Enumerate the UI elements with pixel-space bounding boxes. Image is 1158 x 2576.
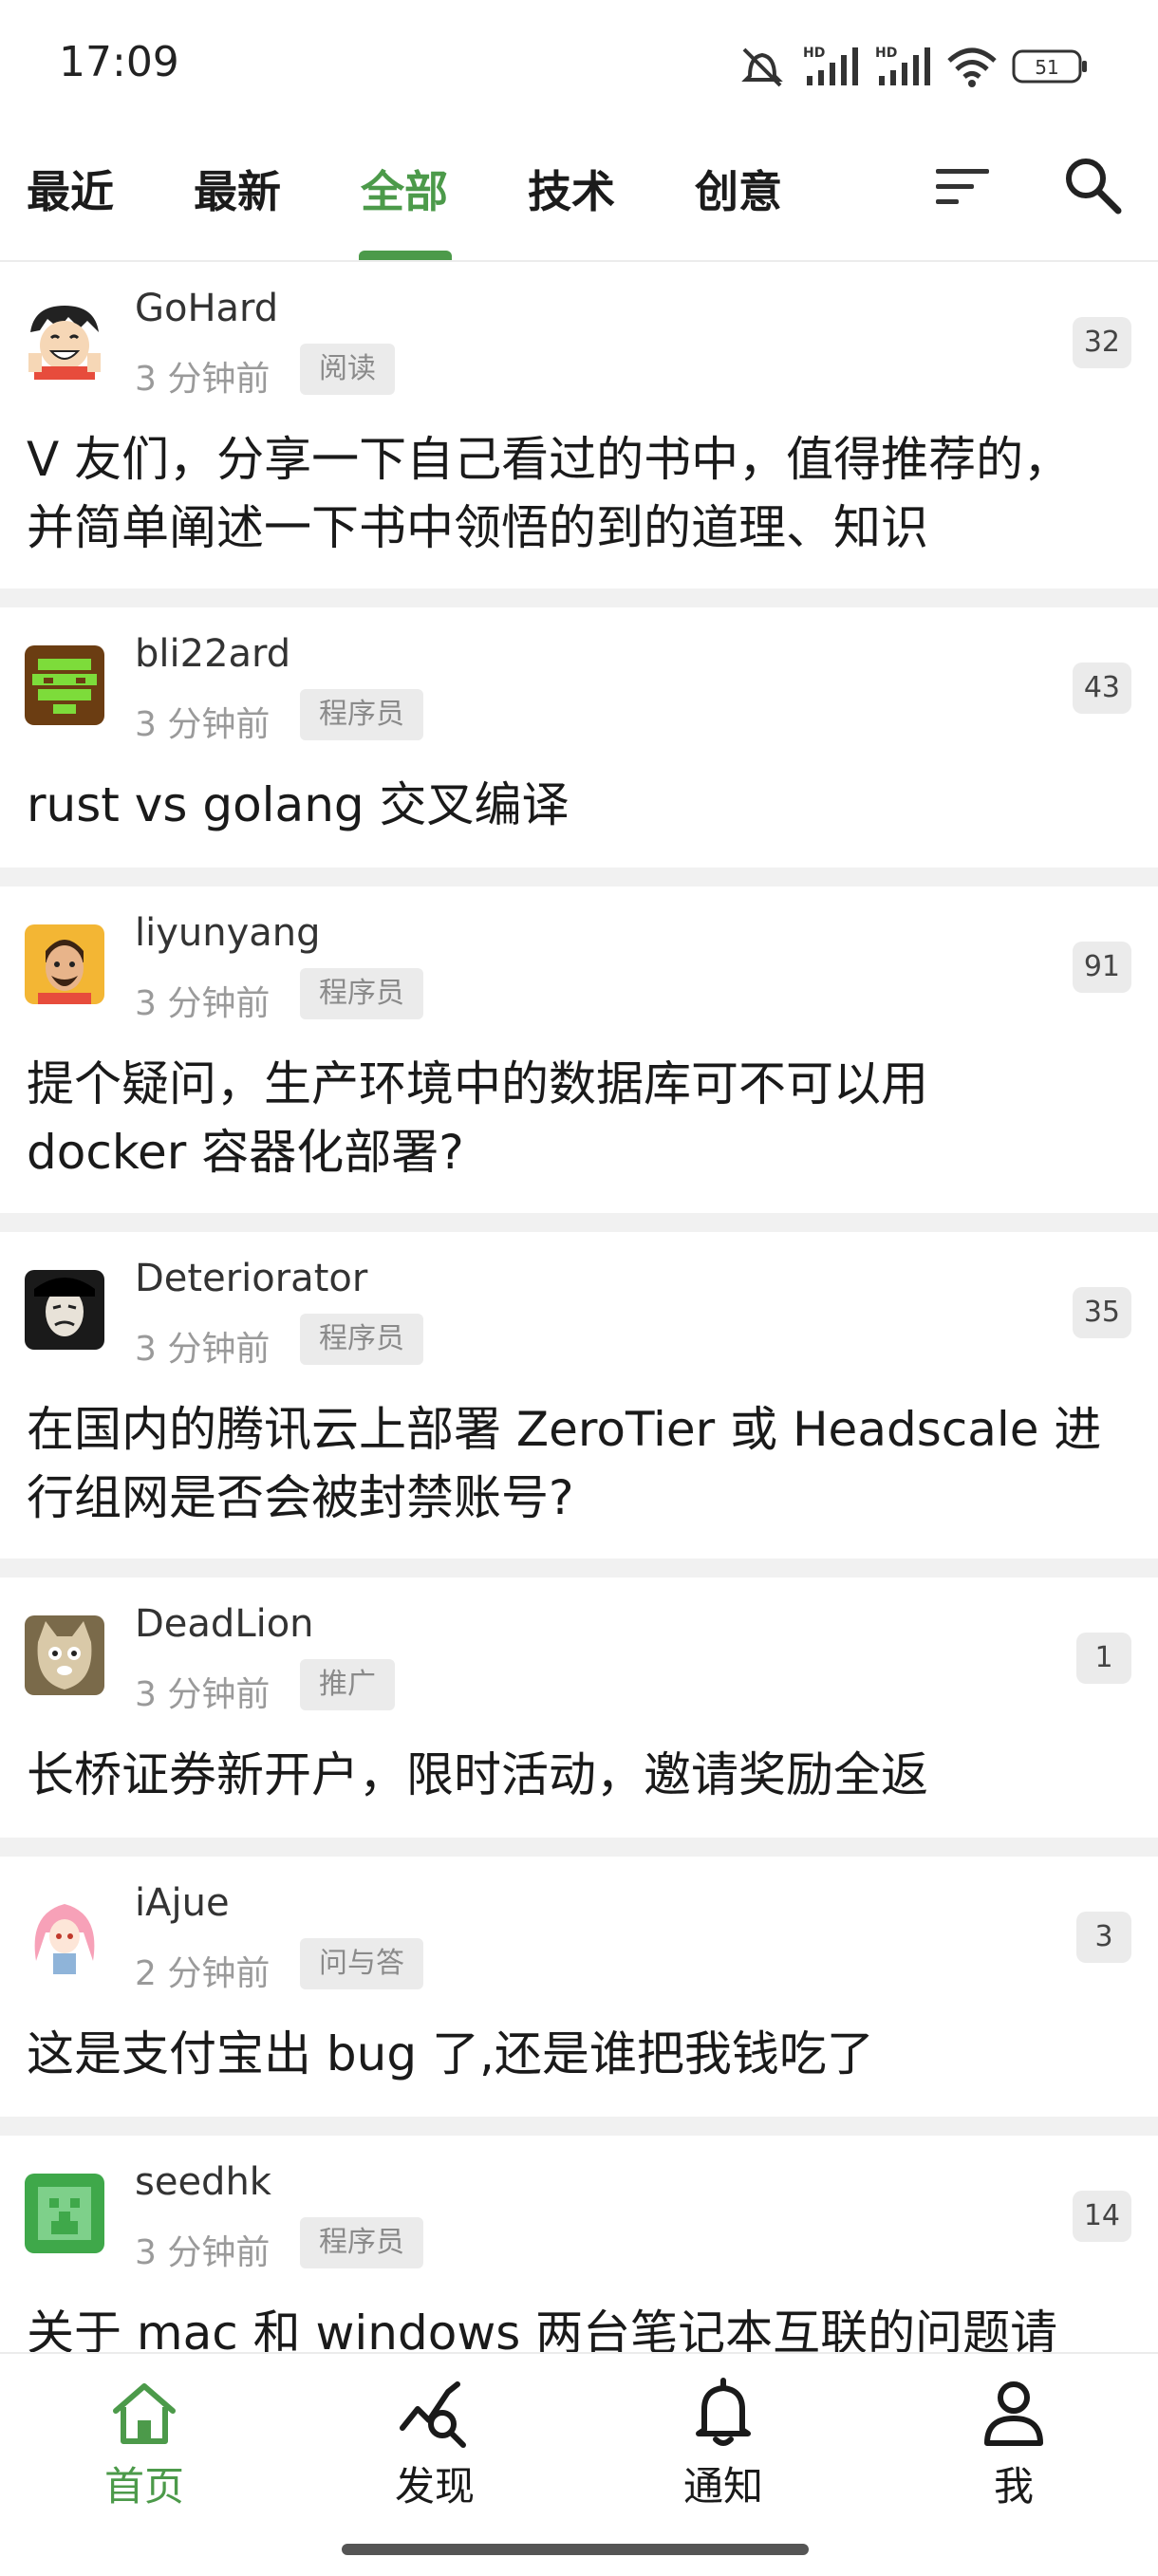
username[interactable]: seedhk xyxy=(135,2160,271,2204)
node-tag[interactable]: 程序员 xyxy=(300,1314,423,1365)
search-button[interactable] xyxy=(1061,154,1124,216)
svg-text:HD: HD xyxy=(875,46,897,61)
reply-count: 35 xyxy=(1072,1287,1131,1338)
search-icon xyxy=(1066,159,1122,215)
topic-item[interactable]: iAjue 2 分钟前 问与答 3 这是支付宝出 bug 了,还是谁把我钱吃了 xyxy=(0,1857,1158,2136)
tab-latest[interactable]: 最新 xyxy=(194,158,281,220)
avatar[interactable] xyxy=(25,1270,104,1350)
signal-hd-icon-1: HD xyxy=(803,46,858,85)
tab-creative[interactable]: 创意 xyxy=(695,158,782,220)
topic-item[interactable]: liyunyang 3 分钟前 程序员 91 提个疑问，生产环境中的数据库可不可… xyxy=(0,887,1158,1232)
discover-icon xyxy=(400,2381,466,2448)
reply-count: 32 xyxy=(1072,317,1131,368)
person-icon xyxy=(984,2381,1043,2446)
post-time: 2 分钟前 xyxy=(135,1954,271,1993)
username[interactable]: bli22ard xyxy=(135,632,290,676)
topic-item[interactable]: DeadLion 3 分钟前 推广 1 长桥证券新开户，限时活动，邀请奖励全返 xyxy=(0,1577,1158,1857)
node-tag[interactable]: 程序员 xyxy=(300,689,423,740)
topic-item[interactable]: Deteriorator 3 分钟前 程序员 35 在国内的腾讯云上部署 Zer… xyxy=(0,1232,1158,1577)
wifi-icon xyxy=(947,47,997,87)
nav-home[interactable]: 首页 xyxy=(68,2377,220,2512)
topic-item[interactable]: bli22ard 3 分钟前 程序员 43 rust vs golang 交叉编… xyxy=(0,607,1158,887)
nav-label: 通知 xyxy=(682,2463,763,2510)
home-icon xyxy=(113,2383,176,2444)
nav-label: 我 xyxy=(993,2463,1034,2510)
nav-label: 首页 xyxy=(103,2463,184,2510)
avatar[interactable] xyxy=(25,924,104,1004)
topic-title-line: 长桥证券新开户，限时活动，邀请奖励全返 xyxy=(27,1747,928,1802)
sort-button[interactable] xyxy=(932,163,993,211)
topic-title-line: 在国内的腾讯云上部署 ZeroTier 或 Headscale 进 xyxy=(27,1402,1102,1457)
topic-title[interactable]: 这是支付宝出 bug 了,还是谁把我钱吃了 xyxy=(27,2020,1131,2088)
post-time: 3 分钟前 xyxy=(135,1330,271,1369)
tab-all[interactable]: 全部 xyxy=(361,158,448,220)
topic-title-line: V 友们，分享一下自己看过的书中，值得推荐的， xyxy=(27,432,1072,487)
svg-text:HD: HD xyxy=(803,46,825,61)
reply-count: 91 xyxy=(1072,942,1131,993)
active-tab-indicator xyxy=(359,251,452,260)
avatar[interactable] xyxy=(25,1895,104,1974)
topic-title-line: 行组网是否会被封禁账号? xyxy=(27,1470,574,1525)
status-time: 17:09 xyxy=(59,38,179,86)
status-bar: 17:09 HD HD 51 xyxy=(0,0,1158,133)
reply-count: 1 xyxy=(1076,1633,1131,1684)
reply-count: 14 xyxy=(1072,2191,1131,2242)
topic-title[interactable]: rust vs golang 交叉编译 xyxy=(27,771,1131,839)
bell-icon xyxy=(696,2378,751,2446)
node-tag[interactable]: 推广 xyxy=(300,1659,395,1710)
topic-title[interactable]: 长桥证券新开户，限时活动，邀请奖励全返 xyxy=(27,1741,1131,1809)
post-time: 3 分钟前 xyxy=(135,360,271,399)
nav-label: 发现 xyxy=(394,2463,475,2510)
avatar[interactable] xyxy=(25,645,104,725)
username[interactable]: liyunyang xyxy=(135,911,321,955)
topic-title-line: rust vs golang 交叉编译 xyxy=(27,777,570,832)
sort-icon xyxy=(936,169,989,204)
topic-item[interactable]: GoHard 3 分钟前 阅读 32 V 友们，分享一下自己看过的书中，值得推荐… xyxy=(0,262,1158,607)
node-tag[interactable]: 问与答 xyxy=(300,1938,423,1989)
post-time: 3 分钟前 xyxy=(135,1675,271,1714)
avatar[interactable] xyxy=(25,1615,104,1695)
username[interactable]: DeadLion xyxy=(135,1602,314,1646)
battery-level: 51 xyxy=(1035,56,1058,79)
topic-title-line: 提个疑问，生产环境中的数据库可不可以用 xyxy=(27,1056,928,1111)
topic-title-line: 并简单阐述一下书中领悟的到的道理、知识 xyxy=(27,500,928,555)
topic-title[interactable]: 在国内的腾讯云上部署 ZeroTier 或 Headscale 进 行组网是否会… xyxy=(27,1395,1131,1532)
reply-count: 3 xyxy=(1076,1912,1131,1963)
topic-title[interactable]: 提个疑问，生产环境中的数据库可不可以用 docker 容器化部署? xyxy=(27,1050,1131,1186)
mute-bell-icon xyxy=(741,47,783,87)
bottom-navigation: 首页 发现 通知 我 xyxy=(0,2352,1158,2576)
signal-hd-icon-2: HD xyxy=(875,46,930,85)
status-icons: HD HD 51 xyxy=(737,42,1090,91)
battery-icon: 51 xyxy=(1012,49,1087,84)
username[interactable]: GoHard xyxy=(135,287,278,330)
tab-recent[interactable]: 最近 xyxy=(27,158,114,220)
reply-count: 43 xyxy=(1072,663,1131,714)
avatar[interactable] xyxy=(25,2174,104,2253)
post-time: 3 分钟前 xyxy=(135,984,271,1023)
topic-feed: GoHard 3 分钟前 阅读 32 V 友们，分享一下自己看过的书中，值得推荐… xyxy=(0,262,1158,2401)
node-tag[interactable]: 程序员 xyxy=(300,968,423,1019)
topic-title-line: docker 容器化部署? xyxy=(27,1125,464,1180)
topic-title[interactable]: V 友们，分享一下自己看过的书中，值得推荐的， 并简单阐述一下书中领悟的到的道理… xyxy=(27,425,1131,562)
post-time: 3 分钟前 xyxy=(135,705,271,744)
tab-tech[interactable]: 技术 xyxy=(528,158,615,220)
nav-me[interactable]: 我 xyxy=(938,2377,1090,2512)
username[interactable]: iAjue xyxy=(135,1881,230,1925)
node-tag[interactable]: 程序员 xyxy=(300,2217,423,2268)
username[interactable]: Deteriorator xyxy=(135,1257,367,1300)
avatar[interactable] xyxy=(25,300,104,380)
nav-notifications[interactable]: 通知 xyxy=(647,2377,799,2512)
gesture-bar[interactable] xyxy=(342,2544,809,2555)
post-time: 3 分钟前 xyxy=(135,2233,271,2272)
nav-discover[interactable]: 发现 xyxy=(359,2377,511,2512)
node-tag[interactable]: 阅读 xyxy=(300,344,395,395)
topic-title-line: 这是支付宝出 bug 了,还是谁把我钱吃了 xyxy=(27,2026,874,2081)
